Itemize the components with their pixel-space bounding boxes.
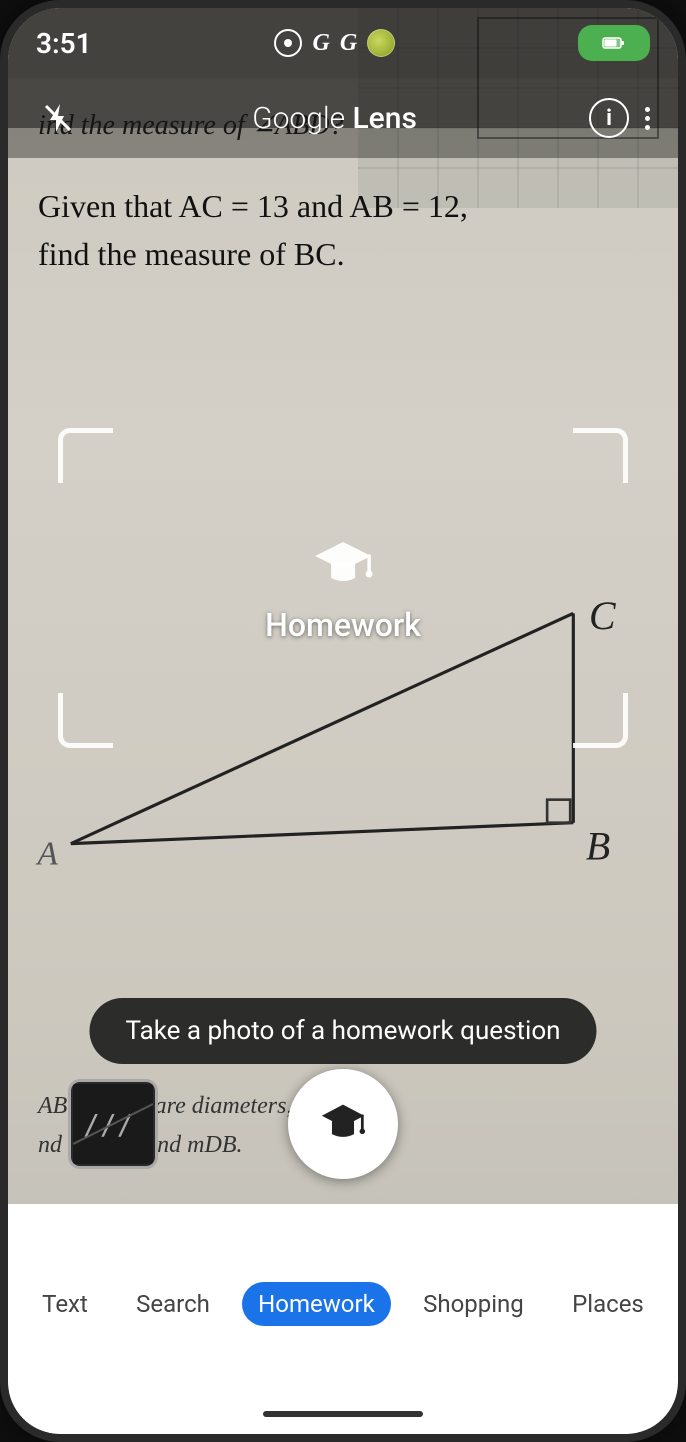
capture-homework-icon <box>318 1099 368 1149</box>
capture-button[interactable] <box>288 1069 398 1179</box>
svg-text:B: B <box>586 824 610 868</box>
tooltip-bar: Take a photo of a homework question <box>89 998 596 1064</box>
status-bar: 3:51 G G <box>8 8 678 78</box>
tab-search-label: Search <box>136 1290 210 1318</box>
home-bar <box>263 1411 423 1417</box>
tab-places-label: Places <box>572 1290 644 1318</box>
battery-icon <box>578 25 650 61</box>
header-right: i <box>589 98 650 138</box>
screen-record-icon <box>274 29 302 57</box>
tab-search[interactable]: Search <box>120 1282 226 1326</box>
tab-places[interactable]: Places <box>556 1282 660 1326</box>
tab-homework-label: Homework <box>258 1290 375 1318</box>
triangle-diagram: C B A <box>8 548 678 888</box>
phone-frame: ind the measure of ∠ABD? Given that AC =… <box>0 0 686 1442</box>
home-indicator <box>8 1394 678 1434</box>
math-question: Given that AC = 13 and AB = 12,find the … <box>38 182 648 278</box>
thumbnail[interactable]: /// <box>68 1079 158 1169</box>
tab-shopping-label: Shopping <box>423 1290 524 1318</box>
status-right <box>578 25 650 61</box>
tooltip-text: Take a photo of a homework question <box>125 1016 560 1046</box>
tabs-row: Text Search Homework Shopping Places <box>8 1204 678 1394</box>
bottom-tabs: Text Search Homework Shopping Places <box>8 1204 678 1434</box>
status-icons: G G <box>274 29 395 57</box>
bottom-controls: /// <box>8 1054 678 1194</box>
lens-title: Google Lens <box>252 101 417 136</box>
g-logo-1: G <box>312 30 329 57</box>
status-time: 3:51 <box>36 27 92 60</box>
g-logo-2: G <box>340 30 357 57</box>
tab-homework[interactable]: Homework <box>242 1282 391 1326</box>
svg-text:A: A <box>35 836 58 873</box>
tab-shopping[interactable]: Shopping <box>407 1282 540 1326</box>
more-options-icon[interactable] <box>645 107 650 130</box>
screen: ind the measure of ∠ABD? Given that AC =… <box>8 8 678 1434</box>
flash-icon[interactable] <box>36 96 80 140</box>
lens-header: Google Lens i <box>8 78 678 158</box>
svg-text:C: C <box>589 594 616 638</box>
info-icon[interactable]: i <box>589 98 629 138</box>
tennis-ball-icon <box>367 29 395 57</box>
tab-text[interactable]: Text <box>26 1282 104 1326</box>
tab-text-label: Text <box>42 1290 88 1318</box>
